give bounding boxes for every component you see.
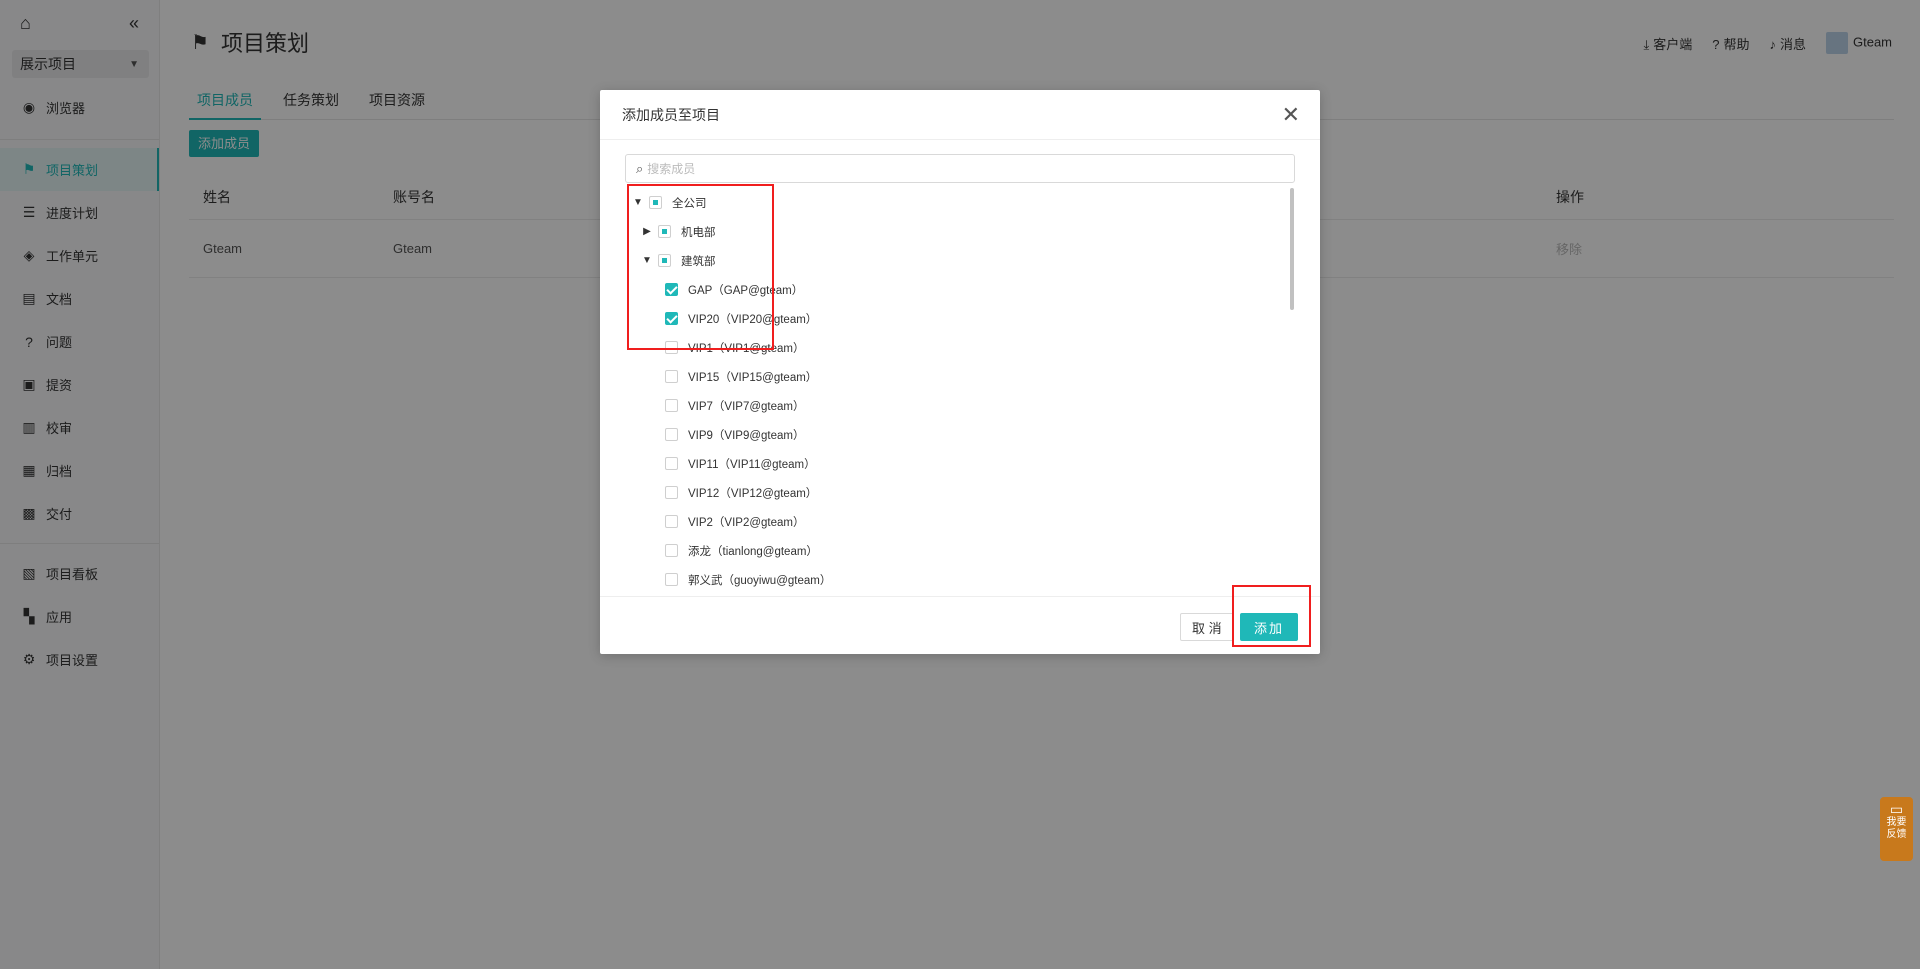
tree-node-member[interactable]: 添龙（tianlong@gteam） <box>625 536 1285 565</box>
dialog-footer: 取 消 添加 <box>600 596 1320 654</box>
feedback-line1: 我要 <box>1886 817 1907 828</box>
checkbox[interactable] <box>665 573 678 586</box>
checkbox[interactable] <box>665 428 678 441</box>
tree-node-label: GAP（GAP@gteam） <box>688 284 804 297</box>
tree-node-label: 郭义武（guoyiwu@gteam） <box>688 574 832 587</box>
tree-scrollbar[interactable] <box>1290 188 1294 310</box>
tree-node-label: 添龙（tianlong@gteam） <box>688 545 818 558</box>
member-search: ⌕ <box>625 154 1295 183</box>
tree-node-label: 建筑部 <box>681 255 716 268</box>
checkbox[interactable] <box>665 399 678 412</box>
tree-node-member[interactable]: 郭义武（guoyiwu@gteam） <box>625 565 1285 590</box>
tree-node-member[interactable]: GAP（GAP@gteam） <box>625 275 1285 304</box>
tree-node-label: VIP7（VIP7@gteam） <box>688 400 805 413</box>
caret-down-icon[interactable]: ▼ <box>631 197 645 208</box>
dialog-header: 添加成员至项目 ✕ <box>600 90 1320 140</box>
tree-node-department[interactable]: ▶ 机电部 <box>625 217 1285 246</box>
add-member-dialog: 添加成员至项目 ✕ ⌕ ▼ 全公司 ▶ 机电部 ▼ 建筑部 GAP（GAP@gteam… <box>600 90 1320 654</box>
checkbox[interactable] <box>665 341 678 354</box>
checkbox[interactable] <box>665 370 678 383</box>
checkbox[interactable] <box>665 544 678 557</box>
search-icon: ⌕ <box>636 160 644 176</box>
checkbox[interactable] <box>665 283 678 296</box>
tree-node-member[interactable]: VIP12（VIP12@gteam） <box>625 478 1285 507</box>
checkbox[interactable] <box>649 196 662 209</box>
tree-node-label: 全公司 <box>672 197 707 210</box>
chat-icon: ▭ <box>1889 801 1904 817</box>
tree-node-member[interactable]: VIP15（VIP15@gteam） <box>625 362 1285 391</box>
tree-node-label: VIP12（VIP12@gteam） <box>688 487 818 500</box>
tree-node-company[interactable]: ▼ 全公司 <box>625 188 1285 217</box>
checkbox[interactable] <box>665 515 678 528</box>
tree-node-member[interactable]: VIP11（VIP11@gteam） <box>625 449 1285 478</box>
close-icon[interactable]: ✕ <box>1282 103 1300 126</box>
confirm-add-button[interactable]: 添加 <box>1240 613 1299 641</box>
tree-node-label: VIP2（VIP2@gteam） <box>688 516 805 529</box>
checkbox[interactable] <box>665 457 678 470</box>
tree-node-member[interactable]: VIP9（VIP9@gteam） <box>625 420 1285 449</box>
tree-node-member[interactable]: VIP2（VIP2@gteam） <box>625 507 1285 536</box>
caret-right-icon[interactable]: ▶ <box>640 226 654 237</box>
tree-node-label: VIP15（VIP15@gteam） <box>688 371 818 384</box>
checkbox[interactable] <box>658 254 671 267</box>
tree-node-member[interactable]: VIP7（VIP7@gteam） <box>625 391 1285 420</box>
search-input[interactable] <box>647 161 1268 176</box>
tree-node-member[interactable]: VIP1（VIP1@gteam） <box>625 333 1285 362</box>
caret-down-icon[interactable]: ▼ <box>640 255 654 266</box>
checkbox[interactable] <box>665 486 678 499</box>
tree-node-label: VIP9（VIP9@gteam） <box>688 429 805 442</box>
tree-node-department[interactable]: ▼ 建筑部 <box>625 246 1285 275</box>
tree-node-member[interactable]: VIP20（VIP20@gteam） <box>625 304 1285 333</box>
member-tree: ▼ 全公司 ▶ 机电部 ▼ 建筑部 GAP（GAP@gteam） VIP20（VIP2… <box>625 188 1285 590</box>
tree-node-label: VIP1（VIP1@gteam） <box>688 342 805 355</box>
feedback-widget[interactable]: ▭ 我要 反馈 <box>1880 797 1913 861</box>
tree-node-label: 机电部 <box>681 226 716 239</box>
tree-node-label: VIP11（VIP11@gteam） <box>688 458 816 471</box>
checkbox[interactable] <box>658 225 671 238</box>
cancel-button[interactable]: 取 消 <box>1180 613 1234 641</box>
tree-node-label: VIP20（VIP20@gteam） <box>688 313 818 326</box>
feedback-line2: 反馈 <box>1886 829 1907 840</box>
checkbox[interactable] <box>665 312 678 325</box>
dialog-title: 添加成员至项目 <box>622 106 720 123</box>
